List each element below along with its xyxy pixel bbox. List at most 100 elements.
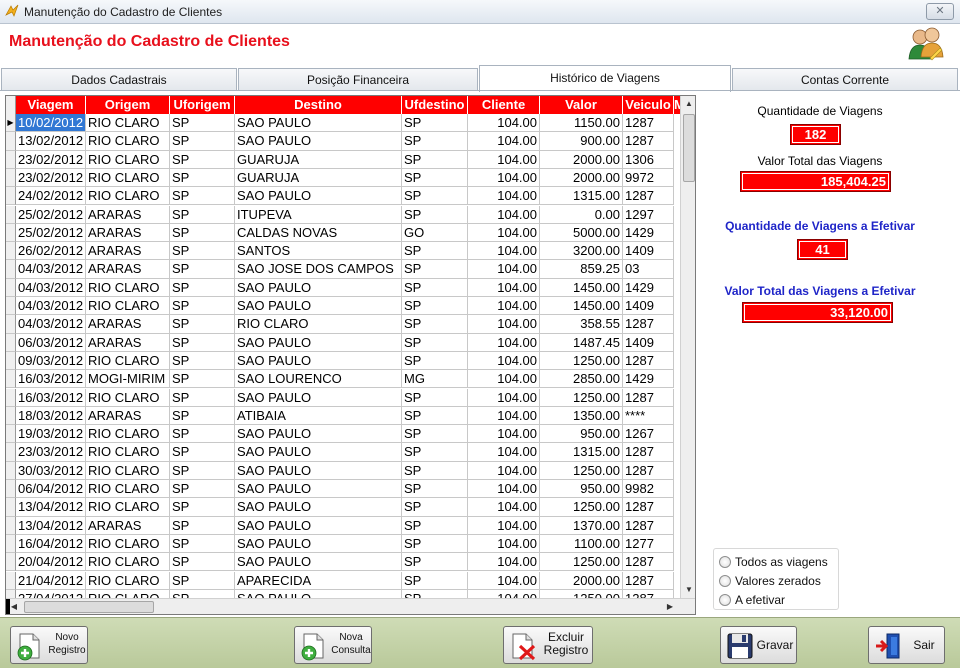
cell-veiculo[interactable]: 1429: [623, 370, 674, 389]
cell-ufdestino[interactable]: SP: [402, 351, 468, 371]
scroll-right-icon[interactable]: ▶: [662, 599, 678, 614]
cell-ufdestino[interactable]: SP: [402, 242, 468, 261]
cell-ufdestino[interactable]: SP: [402, 333, 468, 352]
cell-viagem[interactable]: 13/04/2012: [16, 516, 86, 535]
trips-grid[interactable]: Viagem Origem Uforigem Destino Ufdestino Clie…: [5, 95, 696, 615]
cell-uforigem[interactable]: SP: [170, 297, 235, 316]
cell-destino[interactable]: SAO PAULO: [235, 461, 402, 480]
table-row[interactable]: 13/04/2012 ARARAS SP SAO PAULO SP 104.00 1370.…: [6, 516, 678, 535]
cell-veiculo[interactable]: 1429: [623, 223, 674, 243]
cell-cliente[interactable]: 104.00: [468, 333, 540, 352]
cell-uforigem[interactable]: SP: [170, 242, 235, 261]
cell-cliente[interactable]: 104.00: [468, 114, 540, 133]
cell-origem[interactable]: RIO CLARO: [86, 480, 170, 499]
scroll-down-icon[interactable]: ▼: [681, 582, 695, 598]
table-row[interactable]: 25/02/2012 ARARAS SP CALDAS NOVAS GO 104.00 50…: [6, 223, 678, 243]
cell-destino[interactable]: SAO PAULO: [235, 297, 402, 316]
cell-cliente[interactable]: 104.00: [468, 278, 540, 297]
column-header-cliente[interactable]: Cliente: [468, 96, 540, 114]
table-row[interactable]: 27/04/2012RIO CLAROSPSAO PAULOSP104.0012…: [6, 589, 678, 598]
table-row[interactable]: 26/02/2012 ARARAS SP SANTOS SP 104.00 3200.00 1…: [6, 242, 678, 261]
cell-origem[interactable]: RIO CLARO: [86, 461, 170, 480]
table-row[interactable]: 20/04/2012 RIO CLARO SP SAO PAULO SP 104.00 12…: [6, 553, 678, 572]
cell-valor[interactable]: 950.00: [540, 480, 623, 499]
table-row[interactable]: 04/03/2012 RIO CLARO SP SAO PAULO SP 104.00 14…: [6, 297, 678, 316]
current-row-indicator-icon[interactable]: ▶: [6, 114, 16, 133]
cell-valor[interactable]: 900.00: [540, 132, 623, 151]
horizontal-scrollbar[interactable]: ◀ ▶: [6, 598, 695, 614]
scroll-up-icon[interactable]: ▲: [681, 96, 695, 112]
cell-destino[interactable]: SAO PAULO: [235, 534, 402, 554]
table-row[interactable]: 24/02/2012 RIO CLARO SP SAO PAULO SP 104.00 13…: [6, 187, 678, 206]
novo-registro-button[interactable]: Novo Registro: [10, 626, 88, 664]
cell-destino[interactable]: CALDAS NOVAS: [235, 223, 402, 243]
cell-ufdestino[interactable]: SP: [402, 114, 468, 133]
table-row[interactable]: 06/03/2012 ARARAS SP SAO PAULO SP 104.00 1487.…: [6, 333, 678, 352]
cell-valor[interactable]: 358.55: [540, 315, 623, 334]
cell-cliente[interactable]: 104.00: [468, 242, 540, 261]
cell-destino[interactable]: SAO PAULO: [235, 480, 402, 499]
cell-cliente[interactable]: 104.00: [468, 150, 540, 169]
cell-destino[interactable]: SAO PAULO: [235, 114, 402, 133]
cell-cliente[interactable]: 104.00: [468, 223, 540, 243]
cell-origem[interactable]: RIO CLARO: [86, 425, 170, 444]
cell-valor[interactable]: 2000.00: [540, 571, 623, 590]
cell-destino[interactable]: SAO PAULO: [235, 278, 402, 297]
cell-valor[interactable]: 1370.00: [540, 516, 623, 535]
cell-ufdestino[interactable]: SP: [402, 498, 468, 517]
cell-veiculo[interactable]: 1267: [623, 425, 674, 444]
tab-posicao-financeira[interactable]: Posição Financeira: [238, 68, 478, 91]
cell-viagem[interactable]: 10/02/2012: [16, 114, 86, 133]
cell-veiculo[interactable]: 03: [623, 260, 674, 279]
tab-dados-cadastrais[interactable]: Dados Cadastrais: [1, 68, 237, 91]
row-indicator[interactable]: [6, 297, 16, 316]
table-row[interactable]: 23/03/2012 RIO CLARO SP SAO PAULO SP 104.00 13…: [6, 443, 678, 462]
cell-ufdestino[interactable]: SP: [402, 168, 468, 188]
cell-valor[interactable]: 1250.00: [540, 498, 623, 517]
cell-viagem[interactable]: 04/03/2012: [16, 297, 86, 316]
cell-viagem[interactable]: 25/02/2012: [16, 223, 86, 243]
cell-ufdestino[interactable]: SP: [402, 187, 468, 206]
table-row[interactable]: 09/03/2012 RIO CLARO SP SAO PAULO SP 104.00 12…: [6, 351, 678, 371]
row-indicator[interactable]: [6, 571, 16, 590]
cell-uforigem[interactable]: SP: [170, 187, 235, 206]
row-indicator[interactable]: [6, 278, 16, 297]
close-button[interactable]: ✕: [926, 3, 954, 20]
cell-ufdestino[interactable]: GO: [402, 223, 468, 243]
cell-origem[interactable]: RIO CLARO: [86, 114, 170, 133]
cell-viagem[interactable]: 13/02/2012: [16, 132, 86, 151]
cell-viagem[interactable]: 04/03/2012: [16, 260, 86, 279]
cell-origem[interactable]: RIO CLARO: [86, 168, 170, 188]
cell-uforigem[interactable]: SP: [170, 571, 235, 590]
cell-viagem[interactable]: 26/02/2012: [16, 242, 86, 261]
table-row[interactable]: 25/02/2012 ARARAS SP ITUPEVA SP 104.00 0.00 129…: [6, 205, 678, 224]
cell-destino[interactable]: APARECIDA: [235, 571, 402, 590]
cell-ufdestino[interactable]: SP: [402, 425, 468, 444]
cell-veiculo[interactable]: 1287: [623, 516, 674, 535]
cell-viagem[interactable]: 18/03/2012: [16, 406, 86, 426]
cell-veiculo[interactable]: 1287: [623, 187, 674, 206]
cell-viagem[interactable]: 04/03/2012: [16, 315, 86, 334]
cell-cliente[interactable]: 104.00: [468, 589, 540, 598]
cell-cliente[interactable]: 104.00: [468, 388, 540, 407]
row-indicator[interactable]: [6, 480, 16, 499]
row-indicator[interactable]: [6, 388, 16, 407]
cell-valor[interactable]: 950.00: [540, 425, 623, 444]
cell-veiculo[interactable]: 1297: [623, 205, 674, 224]
tab-contas-corrente[interactable]: Contas Corrente: [732, 68, 958, 91]
cell-veiculo[interactable]: 1287: [623, 388, 674, 407]
cell-ufdestino[interactable]: SP: [402, 205, 468, 224]
cell-viagem[interactable]: 06/04/2012: [16, 480, 86, 499]
cell-uforigem[interactable]: SP: [170, 168, 235, 188]
cell-valor[interactable]: 2000.00: [540, 150, 623, 169]
cell-origem[interactable]: ARARAS: [86, 205, 170, 224]
table-row[interactable]: 16/03/2012 MOGI-MIRIM SP SAO LOURENCO MG 104.…: [6, 370, 678, 389]
row-indicator[interactable]: [6, 205, 16, 224]
cell-valor[interactable]: 2850.00: [540, 370, 623, 389]
cell-ufdestino[interactable]: MG: [402, 370, 468, 389]
cell-cliente[interactable]: 104.00: [468, 168, 540, 188]
vertical-scroll-thumb[interactable]: [683, 114, 695, 182]
cell-uforigem[interactable]: SP: [170, 333, 235, 352]
cell-ufdestino[interactable]: SP: [402, 516, 468, 535]
cell-origem[interactable]: RIO CLARO: [86, 132, 170, 151]
